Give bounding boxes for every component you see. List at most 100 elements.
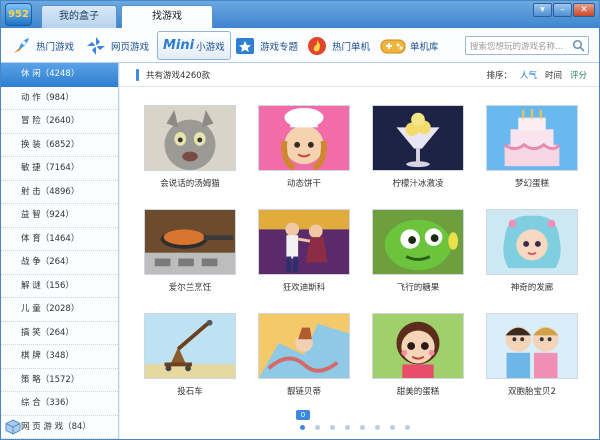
toolbar-web-games[interactable]: 网页游戏 [84,31,149,60]
page-dot[interactable] [330,425,335,430]
sidebar-category-item[interactable]: 冒 险（2640） [1,110,118,134]
game-thumbnail[interactable] [372,209,464,275]
toolbar-label-game-topics: 游戏专题 [260,41,299,53]
page-number: 0 [296,410,310,420]
toolbar-mini-games[interactable]: Mini 小游戏 [157,31,231,60]
game-thumbnail[interactable] [144,313,236,379]
tab-my-box[interactable]: 我的盒子 [41,5,117,28]
sidebar-category-item[interactable]: 动 作（984） [1,87,118,110]
game-thumbnail[interactable] [372,105,464,171]
game-card[interactable]: 神奇的发廊 [486,209,578,293]
total-games-count: 共有游戏4260款 [146,71,211,81]
game-thumbnail[interactable] [372,313,464,379]
toolbar-label-mini-games: 小游戏 [196,41,225,53]
game-thumbnail[interactable] [258,209,350,275]
sidebar-category-item[interactable]: 解 谜（156） [1,275,118,298]
sidebar-category-item[interactable]: 儿 童（2028） [1,298,118,322]
game-title[interactable]: 爱尔兰烹饪 [144,281,236,293]
game-thumbnail[interactable] [258,105,350,171]
game-title[interactable]: 会说话的汤姆猫 [144,177,236,189]
game-thumbnail[interactable] [258,313,350,379]
sidebar-category-item[interactable]: 策 略（1572） [1,369,118,392]
logo-text: 952 [8,9,29,20]
game-title[interactable]: 柠檬汁冰激凌 [372,177,464,189]
list-header: 共有游戏4260款 排序： 人气 时间 评分 [120,63,599,87]
toolbar-hot-standalone[interactable]: 热门单机 [305,31,370,60]
game-card[interactable]: 双胞胎宝贝2 [486,313,578,397]
page-dot[interactable] [390,425,395,430]
menu-dropdown-button[interactable]: ▾ [533,3,552,17]
page-dot[interactable] [405,425,410,430]
game-title[interactable]: 双胞胎宝贝2 [486,385,578,397]
windmill-icon [84,34,108,58]
sort-label: 排序： [486,71,512,81]
header-marker [136,69,139,81]
category-toolbar: 热门游戏 网页游戏 Mini 小游戏 游戏专题 热门单机 单机库 搜索您想玩的游… [1,28,599,63]
title-bar: 952 我的盒子 找游戏 ▾ – ✕ [1,1,599,29]
app-window: 952 我的盒子 找游戏 ▾ – ✕ 热门游戏 网页游戏 Mini 小游戏 游戏… [0,0,600,440]
close-button[interactable]: ✕ [573,3,595,17]
game-title[interactable]: 狂欢迪斯科 [258,281,350,293]
game-title[interactable]: 飞行的糖果 [372,281,464,293]
pager: 0 [120,403,599,439]
game-card[interactable]: 飞行的糖果 [372,209,464,293]
page-dot[interactable] [315,425,320,430]
page-dot[interactable] [360,425,365,430]
sidebar-category-item[interactable]: 换 装（6852） [1,134,118,157]
gamepad-icon [379,34,407,58]
tab-find-games[interactable]: 找游戏 [121,5,213,29]
sidebar-category-item[interactable]: 休 闲（4248） [1,63,118,87]
game-title[interactable]: 甜美的蛋糕 [372,385,464,397]
page-dot[interactable] [300,425,305,430]
window-controls: ▾ – ✕ [532,3,595,17]
toolbar-game-topics[interactable]: 游戏专题 [233,31,298,60]
search-icon[interactable] [572,39,585,52]
settings-cube-icon[interactable] [5,419,21,435]
game-card[interactable]: 动态饼干 [258,105,350,189]
game-thumbnail[interactable] [486,313,578,379]
game-card[interactable]: 投石车 [144,313,236,397]
fire-icon [305,34,329,58]
mini-icon: Mini [163,38,195,53]
sidebar-category-item[interactable]: 敏 捷（7164） [1,157,118,181]
minimize-button[interactable]: – [553,3,572,17]
rocket-icon [9,34,33,58]
sidebar-category-item[interactable]: 棋 牌（348） [1,345,118,369]
game-thumbnail[interactable] [144,105,236,171]
game-thumbnail[interactable] [486,209,578,275]
page-dot[interactable] [345,425,350,430]
category-sidebar: 休 闲（4248）动 作（984）冒 险（2640）换 装（6852）敏 捷（7… [1,63,119,439]
game-title[interactable]: 神奇的发廊 [486,281,578,293]
game-card[interactable]: 梦幻蛋糕 [486,105,578,189]
game-thumbnail[interactable] [486,105,578,171]
sort-by-popularity[interactable]: 人气 [520,69,537,81]
game-card[interactable]: 甜美的蛋糕 [372,313,464,397]
game-card[interactable]: 爱尔兰烹饪 [144,209,236,293]
toolbar-hot-games[interactable]: 热门游戏 [9,31,74,60]
game-title[interactable]: 投石车 [144,385,236,397]
game-card[interactable]: 会说话的汤姆猫 [144,105,236,189]
toolbar-label-standalone-library: 单机库 [410,41,439,53]
toolbar-label-web-games: 网页游戏 [111,41,150,53]
sidebar-category-item[interactable]: 综 合（336） [1,392,118,416]
game-card[interactable]: 柠檬汁冰激凌 [372,105,464,189]
sort-by-rating[interactable]: 评分 [570,69,587,81]
sort-by-time[interactable]: 时间 [545,69,562,81]
search-input[interactable]: 搜索您想玩的游戏名称... [465,36,589,55]
toolbar-standalone-library[interactable]: 单机库 [379,31,439,60]
game-thumbnail[interactable] [144,209,236,275]
sort-controls: 排序： 人气 时间 评分 [486,69,587,81]
game-card[interactable]: 靓链贝蒂 [258,313,350,397]
game-card[interactable]: 狂欢迪斯科 [258,209,350,293]
game-title[interactable]: 梦幻蛋糕 [486,177,578,189]
sidebar-category-item[interactable]: 射 击（4896） [1,181,118,204]
sidebar-category-item[interactable]: 搞 笑（264） [1,322,118,345]
star-icon [233,34,257,58]
sidebar-category-item[interactable]: 战 争（264） [1,251,118,275]
page-dot[interactable] [375,425,380,430]
sidebar-category-item[interactable]: 体 育（1464） [1,228,118,251]
game-title[interactable]: 靓链贝蒂 [258,385,350,397]
game-title[interactable]: 动态饼干 [258,177,350,189]
app-logo: 952 [5,3,32,26]
sidebar-category-item[interactable]: 益 智（924） [1,204,118,228]
